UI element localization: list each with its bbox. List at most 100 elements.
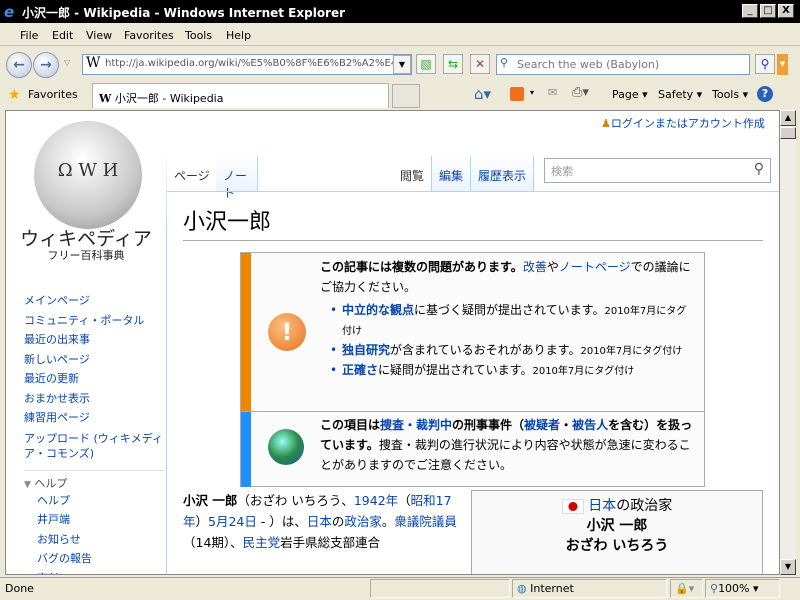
issue-link[interactable]: 独自研究 [342, 343, 390, 357]
tools-menu[interactable]: Tools ▾ [712, 88, 748, 101]
safety-menu[interactable]: Safety ▾ [658, 88, 702, 101]
favorites-button[interactable]: Favorites [28, 88, 78, 101]
sidebar-item[interactable]: 新しいページ [24, 350, 164, 370]
sidebar-item[interactable]: アップロード (ウィキメディア・コモンズ) [24, 431, 164, 461]
search-button[interactable]: ⚲ [755, 54, 775, 74]
tab-page[interactable]: ページ [167, 156, 218, 191]
print-icon[interactable]: ⎙▾ [572, 85, 589, 100]
feeds-dropdown[interactable]: ▾ [530, 88, 534, 97]
help-item[interactable]: ヘルプ [24, 491, 164, 511]
refresh-icon[interactable]: ⇆ [443, 54, 463, 74]
search-magnifier-icon: ⚲ [500, 56, 509, 69]
current-event-notice: この項目は捜査・裁判中の刑事事件（被疑者・被告人を含む）を扱っています。捜査・裁… [320, 418, 693, 472]
article-intro: 小沢 一郎（おざわ いちろう、1942年（昭和17年）5月24日 - ）は、日本… [183, 493, 457, 550]
improve-link[interactable]: 改善 [523, 260, 547, 274]
link[interactable]: 被告人 [572, 418, 608, 432]
infobox-kana: おざわ いちろう [565, 538, 669, 554]
issue-item: 中立的な観点に基づく疑問が提出されています。2010年7月にタグ付け [330, 301, 695, 341]
link[interactable]: 政治家 [344, 514, 382, 529]
wikipedia-favicon: W [86, 55, 101, 71]
menu-help[interactable]: Help [226, 29, 251, 42]
mail-icon[interactable]: ✉ [548, 86, 557, 99]
sidebar-item[interactable]: 練習用ページ [24, 408, 164, 428]
divider [241, 411, 704, 412]
issue-item: 正確さに疑問が提出されています。2010年7月にタグ付け [330, 361, 695, 381]
multiple-issues-notice: この記事には複数の問題があります。改善やノートページでの議論にご協力ください。 … [320, 257, 695, 381]
link[interactable]: 1942年 [354, 493, 398, 508]
feeds-icon[interactable] [510, 87, 524, 101]
recent-pages-dropdown[interactable]: ▽ [64, 58, 70, 67]
status-pane [370, 579, 510, 598]
link[interactable]: 5月24日 [208, 514, 257, 529]
compatibility-view-icon[interactable]: ▧ [416, 54, 436, 74]
new-tab-button[interactable] [392, 84, 420, 108]
help-icon[interactable]: ? [757, 86, 773, 102]
security-zone: ◍ Internet [512, 579, 667, 598]
globe-icon: ◍ [517, 582, 527, 595]
zoom-icon: ⚲ [710, 582, 719, 595]
issue-item: 独自研究が含まれているおそれがあります。2010年7月にタグ付け [330, 341, 695, 361]
help-item[interactable]: お知らせ [24, 530, 164, 550]
link[interactable]: 捜査・裁判中 [380, 418, 452, 432]
title-bar: 小沢一郎 - Wikipedia - Windows Internet Expl… [0, 0, 800, 23]
scroll-down-button[interactable]: ▼ [780, 559, 796, 575]
page-title: 小沢一郎 [183, 204, 763, 241]
sidebar-item[interactable]: 最近の更新 [24, 369, 164, 389]
vertical-scrollbar[interactable]: ▲ ▼ [780, 110, 796, 575]
tab-history[interactable]: 履歴表示 [471, 156, 535, 191]
menu-view[interactable]: View [86, 29, 112, 42]
sidebar-item[interactable]: 最近の出来事 [24, 330, 164, 350]
sidebar-item[interactable]: おまかせ表示 [24, 389, 164, 409]
protected-mode-icon[interactable]: 🔒▾ [670, 579, 703, 598]
minimize-button[interactable]: _ [742, 4, 758, 18]
login-link[interactable]: ♟ログインまたはアカウント作成 [601, 115, 765, 131]
help-section-toggle[interactable]: ▼ ヘルプ [24, 469, 164, 491]
scroll-thumb[interactable] [780, 127, 796, 139]
menu-bar: File Edit View Favorites Tools Help [0, 24, 800, 46]
infobox: 日本の政治家 小沢 一郎 おざわ いちろう [471, 490, 763, 574]
address-dropdown[interactable]: ▼ [393, 55, 411, 74]
menu-favorites[interactable]: Favorites [124, 29, 174, 42]
issue-link[interactable]: 正確さ [342, 363, 378, 377]
help-item[interactable]: 寄付 [24, 569, 164, 575]
back-button[interactable]: ← [6, 52, 32, 78]
address-bar[interactable]: http://ja.wikipedia.org/wiki/%E5%B0%8F%E… [82, 54, 412, 75]
web-page: Ω W И ウィキペディア フリー百科事典 メインページ コミュニティ・ポータル… [5, 110, 780, 575]
search-icon[interactable]: ⚲ [754, 161, 764, 177]
user-icon: ♟ [601, 117, 611, 130]
country-link[interactable]: 日本 [588, 498, 616, 514]
link[interactable]: 衆議院議員 [394, 514, 457, 529]
wikipedia-logo[interactable]: Ω W И [34, 121, 142, 229]
page-menu[interactable]: Page ▾ [612, 88, 648, 101]
sidebar-item[interactable]: コミュニティ・ポータル [24, 311, 164, 331]
help-item[interactable]: 井戸端 [24, 510, 164, 530]
maximize-button[interactable]: □ [760, 4, 776, 18]
menu-file[interactable]: File [20, 29, 38, 42]
japan-flag-icon [561, 498, 584, 514]
sidebar-item[interactable]: メインページ [24, 291, 164, 311]
web-search-input[interactable]: Search the web (Babylon) [496, 54, 750, 75]
home-icon[interactable]: ⌂▾ [474, 85, 491, 103]
issue-link[interactable]: 中立的な観点 [342, 303, 414, 317]
scroll-up-button[interactable]: ▲ [780, 110, 796, 126]
warning-icon: ! [268, 313, 306, 351]
search-options-dropdown[interactable]: ▼ [777, 54, 788, 75]
talk-page-link[interactable]: ノートページ [559, 260, 631, 274]
link[interactable]: 被疑者 [524, 418, 560, 432]
infobox-name: 小沢 一郎 [586, 518, 648, 534]
menu-tools[interactable]: Tools [185, 29, 212, 42]
tab-note[interactable]: ノート [216, 156, 258, 200]
menu-edit[interactable]: Edit [52, 29, 73, 42]
wiki-search-input[interactable]: 検索 ⚲ [544, 158, 771, 183]
forward-button[interactable]: → [33, 52, 59, 78]
ie-icon: e [4, 3, 15, 21]
help-item[interactable]: バグの報告 [24, 549, 164, 569]
close-button[interactable]: X [778, 4, 794, 18]
stop-icon[interactable]: ✕ [470, 54, 490, 74]
zoom-control[interactable]: ⚲100% ▾ [705, 579, 780, 598]
tab-read[interactable]: 閲覧 [393, 156, 433, 191]
tab-edit[interactable]: 編集 [432, 156, 472, 191]
link[interactable]: 日本 [307, 514, 332, 529]
link[interactable]: 民主党 [243, 535, 281, 550]
browser-tab[interactable]: W 小沢一郎 - Wikipedia [92, 83, 389, 108]
